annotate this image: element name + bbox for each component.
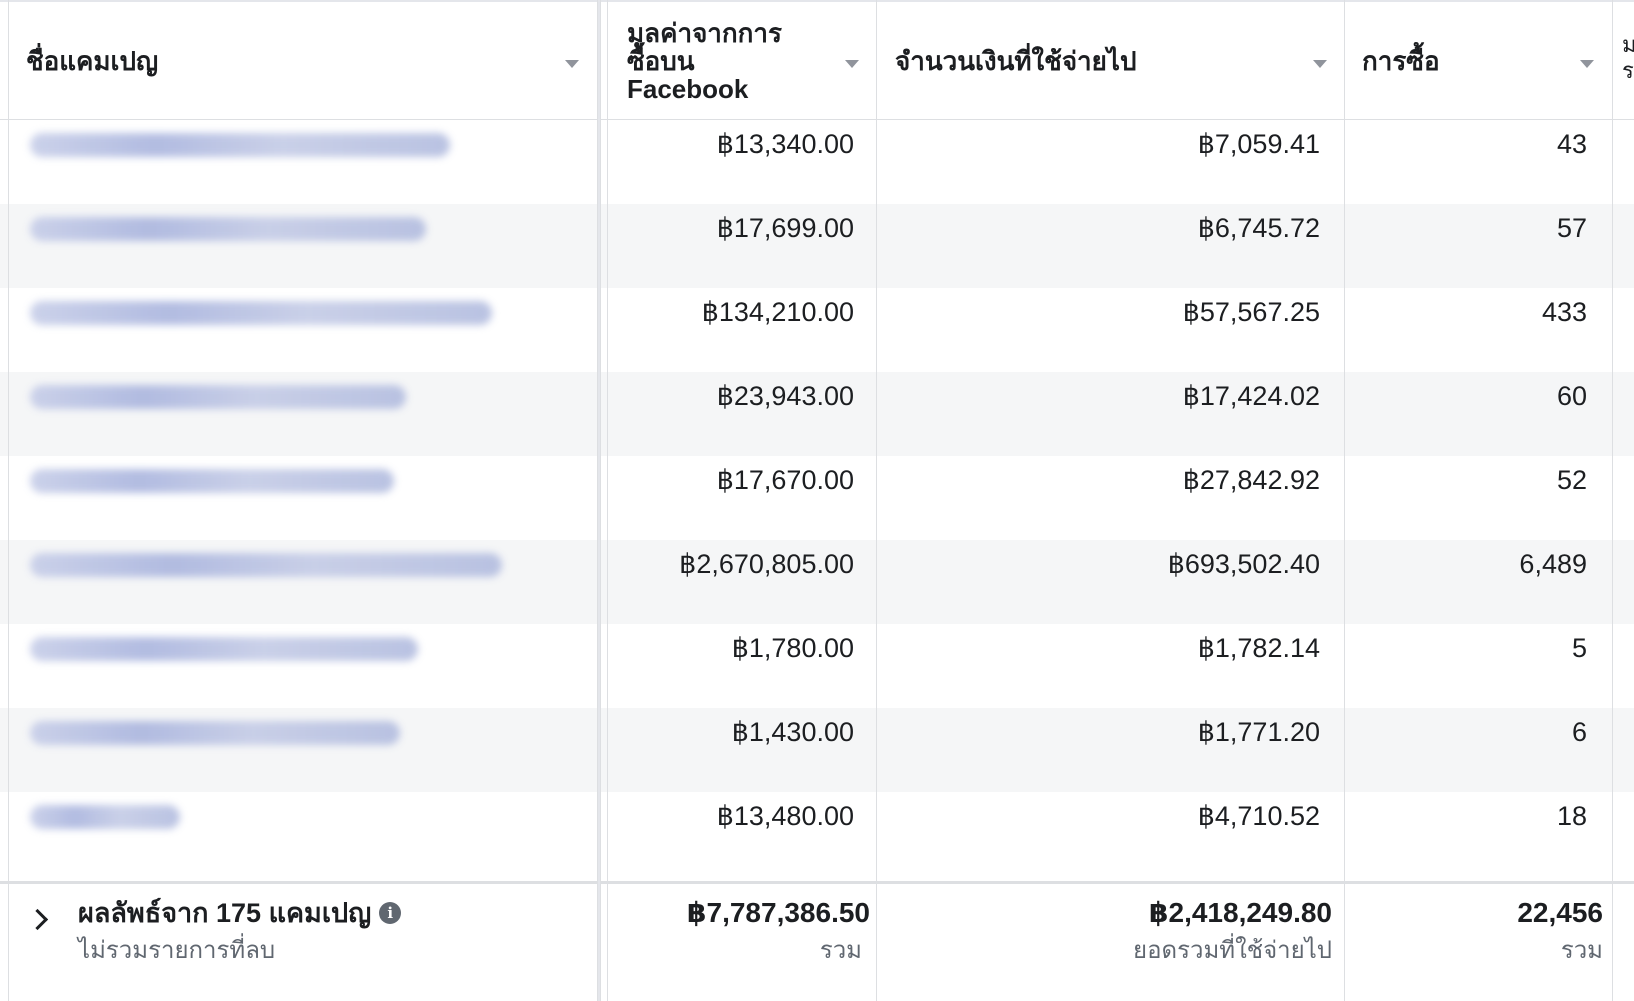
amount-spent-cell: ฿1,771.20	[1197, 717, 1320, 747]
column-divider	[8, 0, 9, 1001]
column-header-label: จำนวนเงินที่ใช้จ่ายไป	[895, 46, 1137, 76]
purchases-cell: 52	[1556, 465, 1587, 495]
total-purchase-value: ฿7,787,386.50	[687, 897, 870, 928]
column-header-line: ซื้อบน	[627, 46, 695, 76]
amount-spent-cell: ฿57,567.25	[1182, 297, 1320, 327]
total-amount-spent-label: ยอดรวมที่ใช้จ่ายไป	[1133, 937, 1332, 964]
table-row[interactable]: ฿17,670.00 ฿27,842.92 52	[0, 456, 1634, 540]
sort-caret-icon[interactable]	[845, 60, 859, 68]
purchases-cell: 60	[1556, 381, 1587, 411]
column-divider[interactable]	[1344, 0, 1345, 1001]
column-header-purchase-value[interactable]: มูลค่าจากการ ซื้อบน Facebook	[627, 2, 847, 120]
column-header-purchases[interactable]: การซื้อ	[1362, 2, 1562, 120]
campaign-name-blurred[interactable]	[30, 469, 394, 493]
table-row[interactable]: ฿1,430.00 ฿1,771.20 6	[0, 708, 1634, 792]
column-header-label: มูลค่าจากการ ซื้อบน Facebook	[627, 19, 782, 103]
purchases-cell: 433	[1541, 297, 1587, 327]
summary-title-text: ผลลัพธ์จาก 175 แคมเปญ	[78, 898, 372, 928]
column-header-line: ร	[1622, 58, 1634, 83]
table-header: ชื่อแคมเปญ มูลค่าจากการ ซื้อบน Facebook …	[0, 0, 1634, 120]
campaign-name-blurred[interactable]	[30, 805, 180, 829]
amount-spent-cell: ฿693,502.40	[1167, 549, 1320, 579]
column-header-line: Facebook	[627, 74, 749, 104]
table-row[interactable]: ฿23,943.00 ฿17,424.02 60	[0, 372, 1634, 456]
total-amount-spent-cell: ฿2,418,249.80 ยอดรวมที่ใช้จ่ายไป	[877, 884, 1344, 1001]
table-row[interactable]: ฿2,670,805.00 ฿693,502.40 6,489	[0, 540, 1634, 624]
info-icon[interactable]: i	[379, 901, 402, 924]
total-purchases-label: รวม	[1560, 937, 1603, 964]
summary-row: ผลลัพธ์จาก 175 แคมเปญ i ไม่รวมรายการที่ลบ…	[0, 881, 1634, 1001]
campaign-name-blurred[interactable]	[30, 637, 418, 661]
table-row[interactable]: ฿1,780.00 ฿1,782.14 5	[0, 624, 1634, 708]
total-purchase-value-label: รวม	[819, 937, 862, 964]
sort-caret-icon[interactable]	[1313, 60, 1327, 68]
campaign-name-blurred[interactable]	[30, 385, 406, 409]
sort-caret-icon[interactable]	[565, 60, 579, 68]
total-purchases-cell: 22,456 รวม	[1345, 884, 1609, 1001]
purchases-cell: 43	[1556, 129, 1587, 159]
amount-spent-cell: ฿7,059.41	[1197, 129, 1320, 159]
purchases-cell: 18	[1556, 801, 1587, 831]
summary-label-cell: ผลลัพธ์จาก 175 แคมเปญ i ไม่รวมรายการที่ลบ	[0, 884, 597, 1001]
column-header-line: มูลค่าจากการ	[627, 18, 782, 48]
expand-chevron-icon[interactable]	[26, 908, 49, 931]
campaign-name-blurred[interactable]	[30, 301, 492, 325]
amount-spent-cell: ฿17,424.02	[1182, 381, 1320, 411]
purchases-cell: 6	[1571, 717, 1587, 747]
summary-subtitle: ไม่รวมรายการที่ลบ	[78, 937, 276, 964]
summary-title: ผลลัพธ์จาก 175 แคมเปญ i	[78, 896, 402, 930]
next-column-header-partial: ม ร	[1622, 32, 1634, 84]
purchase-value-cell: ฿1,780.00	[731, 633, 854, 663]
total-purchase-value-cell: ฿7,787,386.50 รวม	[608, 884, 876, 1001]
column-header-amount-spent[interactable]: จำนวนเงินที่ใช้จ่ายไป	[895, 2, 1315, 120]
column-resize-handle[interactable]	[597, 0, 601, 1001]
column-header-line: ม	[1622, 32, 1634, 57]
table-row[interactable]: ฿17,699.00 ฿6,745.72 57	[0, 204, 1634, 288]
purchase-value-cell: ฿13,480.00	[716, 801, 854, 831]
purchases-cell: 6,489	[1519, 549, 1587, 579]
purchases-cell: 5	[1571, 633, 1587, 663]
column-divider[interactable]	[1612, 0, 1613, 1001]
campaign-name-blurred[interactable]	[30, 553, 502, 577]
campaign-name-blurred[interactable]	[30, 721, 400, 745]
purchase-value-cell: ฿1,430.00	[731, 717, 854, 747]
purchase-value-cell: ฿17,670.00	[716, 465, 854, 495]
column-divider	[607, 0, 608, 1001]
table-row[interactable]: ฿134,210.00 ฿57,567.25 433	[0, 288, 1634, 372]
purchase-value-cell: ฿134,210.00	[701, 297, 854, 327]
sort-caret-icon[interactable]	[1580, 60, 1594, 68]
purchase-value-cell: ฿23,943.00	[716, 381, 854, 411]
amount-spent-cell: ฿1,782.14	[1197, 633, 1320, 663]
campaign-table: ชื่อแคมเปญ มูลค่าจากการ ซื้อบน Facebook …	[0, 0, 1634, 1001]
column-header-label: การซื้อ	[1362, 46, 1440, 76]
amount-spent-cell: ฿6,745.72	[1197, 213, 1320, 243]
amount-spent-cell: ฿4,710.52	[1197, 801, 1320, 831]
purchase-value-cell: ฿17,699.00	[716, 213, 854, 243]
column-divider[interactable]	[876, 0, 877, 1001]
purchase-value-cell: ฿13,340.00	[716, 129, 854, 159]
table-row[interactable]: ฿13,480.00 ฿4,710.52 18	[0, 792, 1634, 881]
amount-spent-cell: ฿27,842.92	[1182, 465, 1320, 495]
purchase-value-cell: ฿2,670,805.00	[679, 549, 854, 579]
campaign-name-blurred[interactable]	[30, 133, 450, 157]
table-row[interactable]: ฿13,340.00 ฿7,059.41 43	[0, 120, 1634, 204]
column-header-campaign-name[interactable]: ชื่อแคมเปญ	[26, 2, 586, 120]
campaign-name-blurred[interactable]	[30, 217, 426, 241]
total-amount-spent: ฿2,418,249.80	[1149, 897, 1332, 928]
column-header-label: ชื่อแคมเปญ	[26, 46, 159, 76]
total-purchases: 22,456	[1517, 897, 1603, 928]
purchases-cell: 57	[1556, 213, 1587, 243]
